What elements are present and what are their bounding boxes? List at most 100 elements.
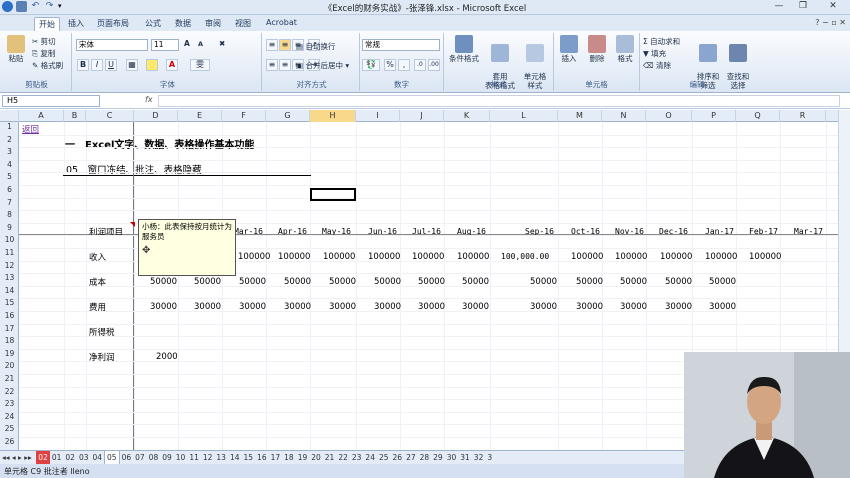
align-center-icon[interactable]: ≡ <box>279 59 291 71</box>
row-header[interactable]: 10 <box>0 235 19 244</box>
tab-formulas[interactable]: 公式 <box>141 17 165 31</box>
sheet-tab[interactable]: 18 <box>282 451 296 464</box>
comma-button[interactable]: , <box>398 59 410 71</box>
conditional-format-button[interactable]: 条件格式 <box>446 35 482 63</box>
row-header[interactable]: 17 <box>0 324 19 333</box>
sheet-nav-icon[interactable]: ◂◂ ◂ ▸ ▸▸ <box>0 451 34 464</box>
row-header[interactable]: 18 <box>0 336 19 345</box>
sheet-tab[interactable]: 07 <box>133 451 147 464</box>
sheet-tab[interactable]: 26 <box>391 451 405 464</box>
column-header[interactable]: J <box>400 110 444 122</box>
column-header[interactable]: I <box>356 110 400 122</box>
copy-button[interactable]: ⎘ 复制 <box>32 48 55 59</box>
clear-format-icon[interactable]: ✖ <box>219 39 225 48</box>
column-header[interactable]: O <box>646 110 692 122</box>
sheet-tab[interactable]: 12 <box>201 451 215 464</box>
font-size-select[interactable]: 11 <box>151 39 179 51</box>
row-header[interactable]: 11 <box>0 248 19 257</box>
align-middle-icon[interactable]: ≡ <box>279 39 291 51</box>
select-all-corner[interactable] <box>0 110 19 122</box>
formula-input[interactable] <box>158 95 840 107</box>
row-header[interactable]: 22 <box>0 387 19 396</box>
sheet-tab[interactable]: 20 <box>309 451 323 464</box>
row-header[interactable]: 1 <box>0 122 19 131</box>
sheet-tab[interactable]: 02 <box>36 451 50 464</box>
tab-acrobat[interactable]: Acrobat <box>262 17 301 31</box>
format-cells-button[interactable]: 格式 <box>612 35 638 63</box>
paste-button[interactable]: 粘贴 <box>4 35 28 63</box>
phonetic-icon[interactable]: 雯 <box>190 59 210 71</box>
italic-button[interactable]: I <box>91 59 103 71</box>
row-header[interactable]: 2 <box>0 135 19 144</box>
row-header[interactable]: 14 <box>0 286 19 295</box>
tab-data[interactable]: 数据 <box>171 17 195 31</box>
sheet-tab[interactable]: 03 <box>77 451 91 464</box>
format-painter-button[interactable]: ✎ 格式刷 <box>32 60 63 71</box>
column-header[interactable]: Q <box>736 110 780 122</box>
row-header[interactable]: 6 <box>0 185 19 194</box>
cell-comment[interactable]: 小杨：此表保持按月统计为服务员 ✥ <box>138 219 236 276</box>
row-header[interactable]: 8 <box>0 210 19 219</box>
column-header[interactable]: B <box>64 110 86 122</box>
column-header[interactable]: G <box>266 110 310 122</box>
sheet-tab[interactable]: 14 <box>228 451 242 464</box>
sheet-tab[interactable]: 09 <box>160 451 174 464</box>
tab-page-layout[interactable]: 页面布局 <box>93 17 133 31</box>
sheet-tab[interactable]: 02 <box>63 451 77 464</box>
merge-center-button[interactable]: ▣ 合并后居中 ▾ <box>296 60 349 71</box>
cut-button[interactable]: ✂ 剪切 <box>32 36 56 47</box>
row-header[interactable]: 15 <box>0 298 19 307</box>
row-header[interactable]: 4 <box>0 160 19 169</box>
underline-button[interactable]: U <box>105 59 117 71</box>
sheet-tab[interactable]: 3 <box>485 451 494 464</box>
sheet-tab[interactable]: 19 <box>296 451 310 464</box>
column-header[interactable]: D <box>134 110 178 122</box>
column-header[interactable]: K <box>444 110 490 122</box>
row-header[interactable]: 19 <box>0 349 19 358</box>
row-header[interactable]: 20 <box>0 361 19 370</box>
row-header[interactable]: 25 <box>0 424 19 433</box>
grow-font-button[interactable]: A <box>184 39 190 48</box>
font-color-icon[interactable]: A <box>166 59 178 71</box>
bold-button[interactable]: B <box>77 59 89 71</box>
sheet-tab[interactable]: 25 <box>377 451 391 464</box>
back-link[interactable]: 返回 <box>22 123 39 135</box>
sheet-tab[interactable]: 22 <box>336 451 350 464</box>
sheet-tab[interactable]: 01 <box>50 451 64 464</box>
row-header[interactable]: 5 <box>0 172 19 181</box>
active-cell-selection[interactable] <box>310 188 356 201</box>
number-format-select[interactable]: 常规 <box>362 39 440 51</box>
sheet-tab[interactable]: 24 <box>363 451 377 464</box>
sheet-tab[interactable]: 13 <box>214 451 228 464</box>
row-header[interactable]: 9 <box>0 223 19 232</box>
insert-cells-button[interactable]: 插入 <box>556 35 582 63</box>
fill-button[interactable]: ▼ 填充 <box>643 48 666 59</box>
percent-button[interactable]: % <box>384 59 396 71</box>
sheet-tab[interactable]: 29 <box>431 451 445 464</box>
tab-review[interactable]: 审阅 <box>201 17 225 31</box>
font-name-select[interactable]: 宋体 <box>76 39 148 51</box>
sheet-tab[interactable]: 17 <box>269 451 283 464</box>
name-box[interactable]: H5 <box>2 95 100 107</box>
row-header[interactable]: 24 <box>0 412 19 421</box>
tab-home[interactable]: 开始 <box>34 17 60 31</box>
currency-icon[interactable]: 💱 <box>362 59 380 71</box>
column-header[interactable]: F <box>222 110 266 122</box>
sheet-tab[interactable]: 04 <box>90 451 104 464</box>
column-header-selected[interactable]: H <box>310 110 356 122</box>
column-header[interactable]: P <box>692 110 736 122</box>
column-header[interactable]: M <box>558 110 602 122</box>
sheet-tab[interactable]: 32 <box>472 451 486 464</box>
align-top-icon[interactable]: ≡ <box>266 39 278 51</box>
increase-decimal-icon[interactable]: .0 <box>414 59 426 71</box>
sheet-tab[interactable]: 30 <box>445 451 459 464</box>
help-icon[interactable]: ? − ▫ ✕ <box>815 18 846 27</box>
row-header[interactable]: 21 <box>0 374 19 383</box>
row-header[interactable]: 13 <box>0 273 19 282</box>
minimize-button[interactable]: — <box>768 1 790 11</box>
sheet-tab[interactable]: 27 <box>404 451 418 464</box>
close-button[interactable]: ✕ <box>822 1 844 11</box>
column-header[interactable]: N <box>602 110 646 122</box>
clear-button[interactable]: ⌫ 清除 <box>643 60 671 71</box>
sheet-tab[interactable]: 28 <box>418 451 432 464</box>
